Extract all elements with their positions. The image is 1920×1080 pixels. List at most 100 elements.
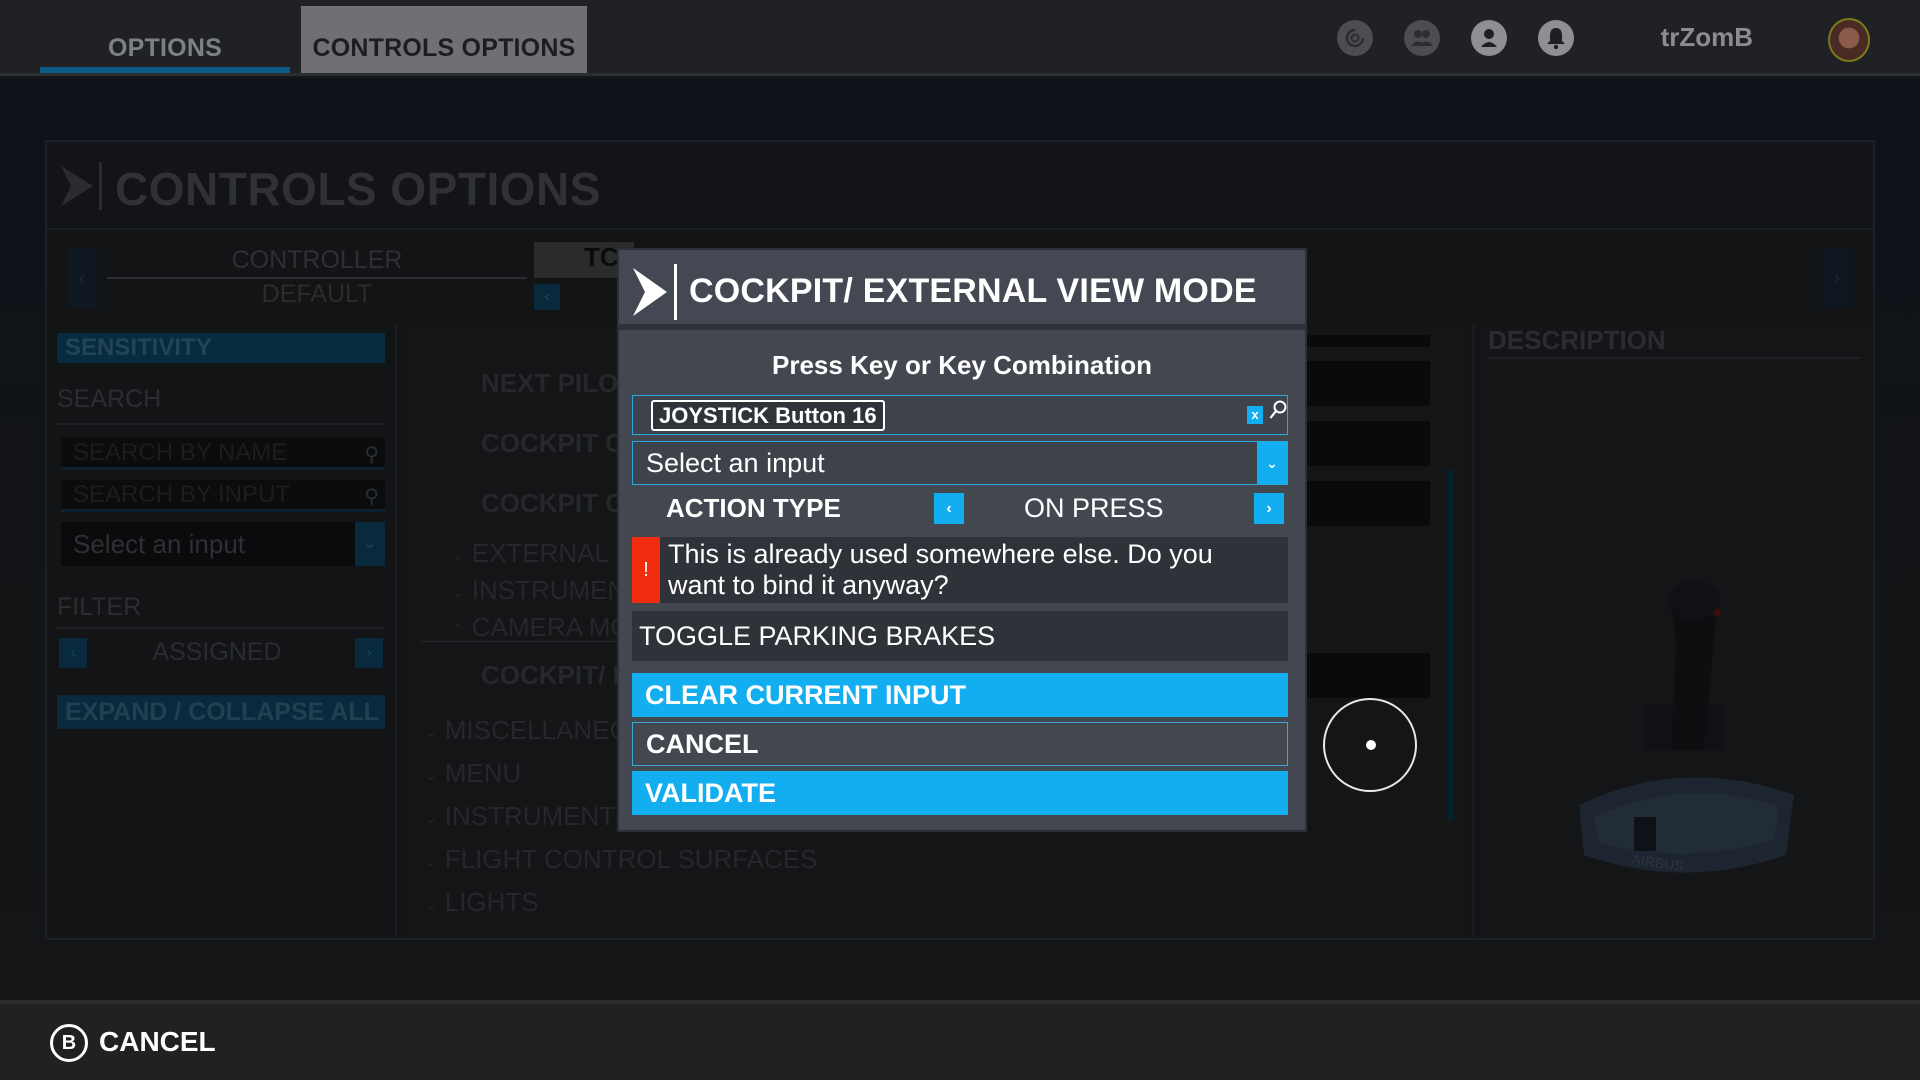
- activity-icon[interactable]: [1337, 20, 1373, 56]
- controller-prev-button[interactable]: ‹: [67, 248, 97, 308]
- list-item[interactable]: ⌄ LIGHTS: [425, 887, 539, 918]
- username[interactable]: trZomB: [1661, 22, 1753, 53]
- controller-next-button[interactable]: ›: [1821, 248, 1853, 308]
- search-by-name-placeholder: SEARCH BY NAME: [73, 439, 288, 466]
- chevron-up-icon: ⌃: [452, 620, 464, 637]
- notifications-icon[interactable]: [1538, 20, 1574, 56]
- bottom-bar: B CANCEL: [0, 1000, 1920, 1080]
- validate-button[interactable]: VALIDATE: [632, 771, 1288, 815]
- filter-prev-button[interactable]: ‹: [59, 638, 87, 668]
- select-input-value: Select an input: [646, 448, 825, 478]
- chevron-down-icon: ⌄: [452, 546, 464, 563]
- friends-icon[interactable]: [1404, 20, 1440, 56]
- joystick-image: AIRBUS: [1579, 580, 1794, 874]
- binding-slot[interactable]: [1305, 653, 1430, 698]
- chevron-down-icon: ⌄: [355, 522, 385, 566]
- tab-controls-options[interactable]: CONTROLS OPTIONS: [301, 6, 587, 73]
- warning-icon: !: [632, 537, 660, 603]
- list-scrollbar[interactable]: [1448, 470, 1454, 820]
- list-item-label: INSTRUMENTS: [444, 801, 633, 831]
- conflict-warning: ! This is already used somewhere else. D…: [632, 537, 1288, 603]
- list-item[interactable]: ⌄ EXTERNAL: [452, 538, 609, 569]
- cancel-button[interactable]: CANCEL: [632, 722, 1288, 766]
- bottom-cancel-button[interactable]: CANCEL: [99, 1026, 216, 1058]
- dialog-title: COCKPIT/ EXTERNAL VIEW MODE: [689, 272, 1257, 310]
- search-divider: [57, 423, 385, 425]
- sidebar: SENSITIVITY SEARCH SEARCH BY NAME ⚲ SEAR…: [47, 325, 397, 937]
- clear-key-icon[interactable]: x: [1247, 406, 1263, 424]
- search-by-input-input[interactable]: SEARCH BY INPUT ⚲: [61, 480, 385, 512]
- filter-divider: [57, 627, 385, 629]
- list-item-label: LIGHTS: [444, 887, 539, 917]
- list-item-label: NEXT PILOT: [481, 368, 635, 398]
- list-item-label: FLIGHT CONTROL SURFACES: [444, 844, 818, 874]
- profile-icon[interactable]: [1471, 20, 1507, 56]
- action-type-prev-button[interactable]: ‹: [934, 493, 964, 524]
- tab-underline: [40, 67, 290, 73]
- chevron-down-icon: ⌄: [425, 723, 437, 740]
- list-item-label: EXTERNAL: [471, 538, 609, 568]
- gamepad-cursor: [1323, 698, 1417, 792]
- conflicting-binding: TOGGLE PARKING BRAKES: [632, 611, 1288, 661]
- chevron-down-icon: ⌄: [452, 583, 464, 600]
- search-icon: ⚲: [364, 444, 379, 466]
- list-item-label: MENU: [444, 758, 522, 788]
- search-by-name-input[interactable]: SEARCH BY NAME ⚲: [61, 438, 385, 470]
- controller-divider: [107, 277, 527, 279]
- sensitivity-button[interactable]: SENSITIVITY: [57, 333, 385, 363]
- chevron-right-icon: [633, 268, 667, 316]
- action-type-label: ACTION TYPE: [666, 493, 841, 523]
- tab-controls-options-label: CONTROLS OPTIONS: [312, 34, 576, 62]
- page-title: CONTROLS OPTIONS: [115, 163, 601, 215]
- action-type-next-button[interactable]: ›: [1254, 493, 1284, 524]
- device-prev-button[interactable]: ‹: [534, 284, 560, 310]
- search-label: SEARCH: [57, 385, 162, 413]
- header-divider: [99, 162, 102, 210]
- binding-slot[interactable]: [1305, 481, 1430, 526]
- chevron-down-icon: ⌄: [1257, 442, 1287, 484]
- binding-slot[interactable]: [1305, 361, 1430, 406]
- search-by-input-placeholder: SEARCH BY INPUT: [73, 481, 290, 508]
- select-input-dropdown[interactable]: Select an input ⌄: [632, 441, 1288, 485]
- dialog-prompt: Press Key or Key Combination: [772, 350, 1152, 380]
- expand-collapse-all-button[interactable]: EXPAND / COLLAPSE ALL: [57, 695, 385, 729]
- list-item[interactable]: ⌄ MENU: [425, 758, 521, 789]
- tab-options[interactable]: OPTIONS: [40, 6, 290, 73]
- description-panel: DESCRIPTION AIRBUS: [1472, 325, 1872, 937]
- chevron-down-icon: ⌄: [425, 809, 437, 826]
- controller-label: CONTROLLER: [231, 246, 403, 274]
- description-divider: [1488, 357, 1860, 359]
- key-chip: JOYSTICK Button 16: [651, 400, 885, 431]
- header-divider: [674, 264, 677, 320]
- select-input-dropdown[interactable]: Select an input ⌄: [61, 522, 385, 566]
- key-combination-field[interactable]: JOYSTICK Button 16 x: [632, 395, 1288, 435]
- list-item[interactable]: ⌄ FLIGHT CONTROL SURFACES: [425, 844, 817, 875]
- list-divider: [420, 641, 620, 642]
- action-type-value: ON PRESS: [1024, 493, 1164, 523]
- chevron-down-icon: ⌄: [425, 766, 437, 783]
- binding-dialog: COCKPIT/ EXTERNAL VIEW MODE Press Key or…: [619, 250, 1305, 830]
- clear-current-input-button[interactable]: CLEAR CURRENT INPUT: [632, 673, 1288, 717]
- page-header: CONTROLS OPTIONS: [47, 142, 1873, 230]
- description-title: DESCRIPTION: [1488, 325, 1666, 355]
- binding-slot[interactable]: [1305, 335, 1430, 347]
- top-bar: OPTIONS CONTROLS OPTIONS trZomB: [0, 0, 1920, 76]
- filter-label: FILTER: [57, 593, 142, 621]
- chevron-down-icon: ⌄: [425, 852, 437, 869]
- list-item[interactable]: ⌄ INSTRUMENTS: [425, 801, 633, 832]
- chevron-right-icon: [61, 166, 93, 206]
- avatar[interactable]: [1828, 18, 1870, 62]
- gamepad-b-button-icon: B: [50, 1024, 88, 1062]
- binding-slot[interactable]: [1305, 421, 1430, 466]
- warning-message: This is already used somewhere else. Do …: [668, 539, 1213, 600]
- filter-next-button[interactable]: ›: [355, 638, 383, 668]
- tab-options-label: OPTIONS: [108, 34, 222, 62]
- controller-preset-value: DEFAULT: [261, 280, 373, 308]
- chevron-down-icon: ⌄: [425, 895, 437, 912]
- list-item[interactable]: NEXT PILOT: [481, 368, 634, 399]
- filter-value: ASSIGNED: [152, 638, 282, 666]
- search-icon[interactable]: [1269, 400, 1287, 426]
- gamepad-cursor-dot: [1366, 740, 1376, 750]
- search-icon: ⚲: [364, 486, 379, 508]
- dialog-header: COCKPIT/ EXTERNAL VIEW MODE: [619, 250, 1305, 330]
